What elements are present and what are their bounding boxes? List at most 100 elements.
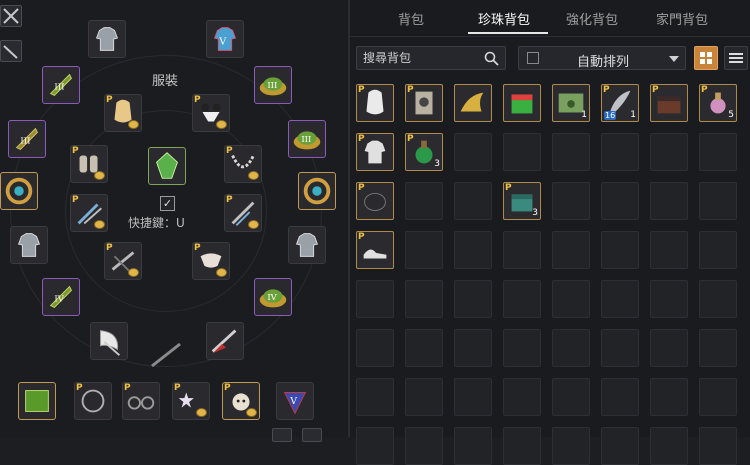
glasses-slot[interactable]: P bbox=[122, 382, 160, 420]
accessory-slot-left-1[interactable]: III bbox=[8, 120, 46, 158]
empty-inventory-slot[interactable] bbox=[601, 378, 639, 416]
inventory-slot-green-potion[interactable]: P 3 bbox=[405, 133, 443, 171]
camera-icon[interactable] bbox=[302, 428, 322, 442]
empty-inventory-slot[interactable] bbox=[405, 378, 443, 416]
armor-slot-top[interactable] bbox=[88, 20, 126, 58]
empty-inventory-slot[interactable] bbox=[601, 427, 639, 465]
empty-inventory-slot[interactable] bbox=[650, 378, 688, 416]
empty-inventory-slot[interactable] bbox=[552, 378, 590, 416]
empty-inventory-slot[interactable] bbox=[552, 133, 590, 171]
search-input[interactable] bbox=[363, 50, 473, 66]
armor-slot-left[interactable] bbox=[10, 226, 48, 264]
emblem-slot[interactable]: V bbox=[276, 382, 314, 420]
accessory-slot-bl[interactable]: IV bbox=[42, 278, 80, 316]
empty-inventory-slot[interactable] bbox=[503, 427, 541, 465]
inventory-slot-chest[interactable]: P bbox=[650, 84, 688, 122]
crossed-swords-icon[interactable] bbox=[0, 5, 22, 27]
empty-inventory-slot[interactable] bbox=[454, 133, 492, 171]
empty-inventory-slot[interactable] bbox=[405, 231, 443, 269]
crossbow-costume-slot[interactable]: P bbox=[104, 242, 142, 280]
empty-inventory-slot[interactable] bbox=[552, 182, 590, 220]
center-gem-slot[interactable] bbox=[148, 147, 186, 185]
top-costume-slot[interactable]: P bbox=[192, 242, 230, 280]
empty-inventory-slot[interactable] bbox=[503, 133, 541, 171]
empty-inventory-slot[interactable] bbox=[552, 231, 590, 269]
empty-inventory-slot[interactable] bbox=[356, 329, 394, 367]
awakening-armor-slot[interactable]: V bbox=[206, 20, 244, 58]
empty-inventory-slot[interactable] bbox=[699, 427, 737, 465]
auto-sort-checkbox[interactable] bbox=[527, 52, 539, 64]
empty-inventory-slot[interactable] bbox=[699, 231, 737, 269]
inventory-slot-horn[interactable] bbox=[454, 84, 492, 122]
empty-inventory-slot[interactable] bbox=[356, 378, 394, 416]
inventory-slot-potion[interactable]: P 5 bbox=[699, 84, 737, 122]
empty-inventory-slot[interactable] bbox=[552, 329, 590, 367]
empty-inventory-slot[interactable] bbox=[650, 280, 688, 318]
empty-inventory-slot[interactable] bbox=[699, 329, 737, 367]
accessory-slot-tl[interactable]: III bbox=[42, 66, 80, 104]
empty-inventory-slot[interactable] bbox=[601, 182, 639, 220]
empty-inventory-slot[interactable] bbox=[356, 427, 394, 465]
tab-family-inventory[interactable]: 家門背包 bbox=[656, 9, 708, 28]
empty-inventory-slot[interactable] bbox=[503, 329, 541, 367]
empty-inventory-slot[interactable] bbox=[503, 280, 541, 318]
armor-slot-right[interactable] bbox=[288, 226, 326, 264]
empty-inventory-slot[interactable] bbox=[601, 133, 639, 171]
necklace-slot[interactable]: P bbox=[224, 145, 262, 183]
empty-inventory-slot[interactable] bbox=[601, 280, 639, 318]
inventory-slot-scroll[interactable]: P bbox=[405, 84, 443, 122]
inventory-slot-teal-chest[interactable]: P 3 bbox=[503, 182, 541, 220]
auto-sort-dropdown[interactable]: 自動排列 bbox=[518, 46, 686, 70]
empty-inventory-slot[interactable] bbox=[454, 378, 492, 416]
empty-inventory-slot[interactable] bbox=[650, 182, 688, 220]
empty-inventory-slot[interactable] bbox=[405, 280, 443, 318]
ring-slot-left[interactable] bbox=[0, 172, 38, 210]
empty-inventory-slot[interactable] bbox=[601, 329, 639, 367]
hotkey-checkbox[interactable]: ✓ bbox=[160, 196, 175, 211]
empty-inventory-slot[interactable] bbox=[650, 231, 688, 269]
accessory-slot-tr[interactable]: III bbox=[254, 66, 292, 104]
empty-inventory-slot[interactable] bbox=[699, 280, 737, 318]
gloves-slot[interactable]: P bbox=[70, 145, 108, 183]
empty-inventory-slot[interactable] bbox=[405, 427, 443, 465]
pet-slot[interactable]: P bbox=[222, 382, 260, 420]
underwear-slot[interactable]: P bbox=[192, 94, 230, 132]
empty-inventory-slot[interactable] bbox=[405, 182, 443, 220]
sword-weapon-slot[interactable] bbox=[206, 322, 244, 360]
empty-inventory-slot[interactable] bbox=[503, 378, 541, 416]
inventory-slot-paw-card[interactable]: 1 bbox=[552, 84, 590, 122]
inventory-slot-bag[interactable]: P bbox=[356, 182, 394, 220]
empty-inventory-slot[interactable] bbox=[699, 378, 737, 416]
accessory-slot-br[interactable]: IV bbox=[254, 278, 292, 316]
empty-inventory-slot[interactable] bbox=[454, 280, 492, 318]
tab-enhance-inventory[interactable]: 強化背包 bbox=[566, 9, 618, 28]
inventory-slot-shirt[interactable]: P bbox=[356, 133, 394, 171]
inventory-slot-wig[interactable]: P bbox=[356, 84, 394, 122]
inventory-slot-shoes[interactable]: P bbox=[356, 231, 394, 269]
hair-costume-slot[interactable]: P bbox=[104, 94, 142, 132]
weapon-costume-left[interactable]: P bbox=[70, 194, 108, 232]
empty-inventory-slot[interactable] bbox=[503, 231, 541, 269]
empty-inventory-slot[interactable] bbox=[650, 133, 688, 171]
empty-inventory-slot[interactable] bbox=[552, 427, 590, 465]
tab-pearl-inventory[interactable]: 珍珠背包 bbox=[478, 9, 530, 28]
outfit-preset-icon[interactable] bbox=[272, 428, 292, 442]
weapon-costume-right[interactable]: P bbox=[224, 194, 262, 232]
grid-view-button[interactable] bbox=[694, 46, 718, 70]
empty-inventory-slot[interactable] bbox=[454, 231, 492, 269]
empty-inventory-slot[interactable] bbox=[650, 427, 688, 465]
ring-slot-right[interactable] bbox=[298, 172, 336, 210]
inventory-slot-feather[interactable]: P 16 1 bbox=[601, 84, 639, 122]
axe-weapon-slot[interactable] bbox=[90, 322, 128, 360]
empty-inventory-slot[interactable] bbox=[454, 329, 492, 367]
tab-inventory[interactable]: 背包 bbox=[398, 9, 424, 28]
empty-inventory-slot[interactable] bbox=[699, 133, 737, 171]
empty-inventory-slot[interactable] bbox=[650, 329, 688, 367]
empty-inventory-slot[interactable] bbox=[405, 329, 443, 367]
empty-inventory-slot[interactable] bbox=[552, 280, 590, 318]
sword-icon[interactable] bbox=[0, 40, 22, 62]
accessory-slot-right-1[interactable]: III bbox=[288, 120, 326, 158]
empty-inventory-slot[interactable] bbox=[454, 182, 492, 220]
empty-inventory-slot[interactable] bbox=[601, 231, 639, 269]
empty-inventory-slot[interactable] bbox=[356, 280, 394, 318]
